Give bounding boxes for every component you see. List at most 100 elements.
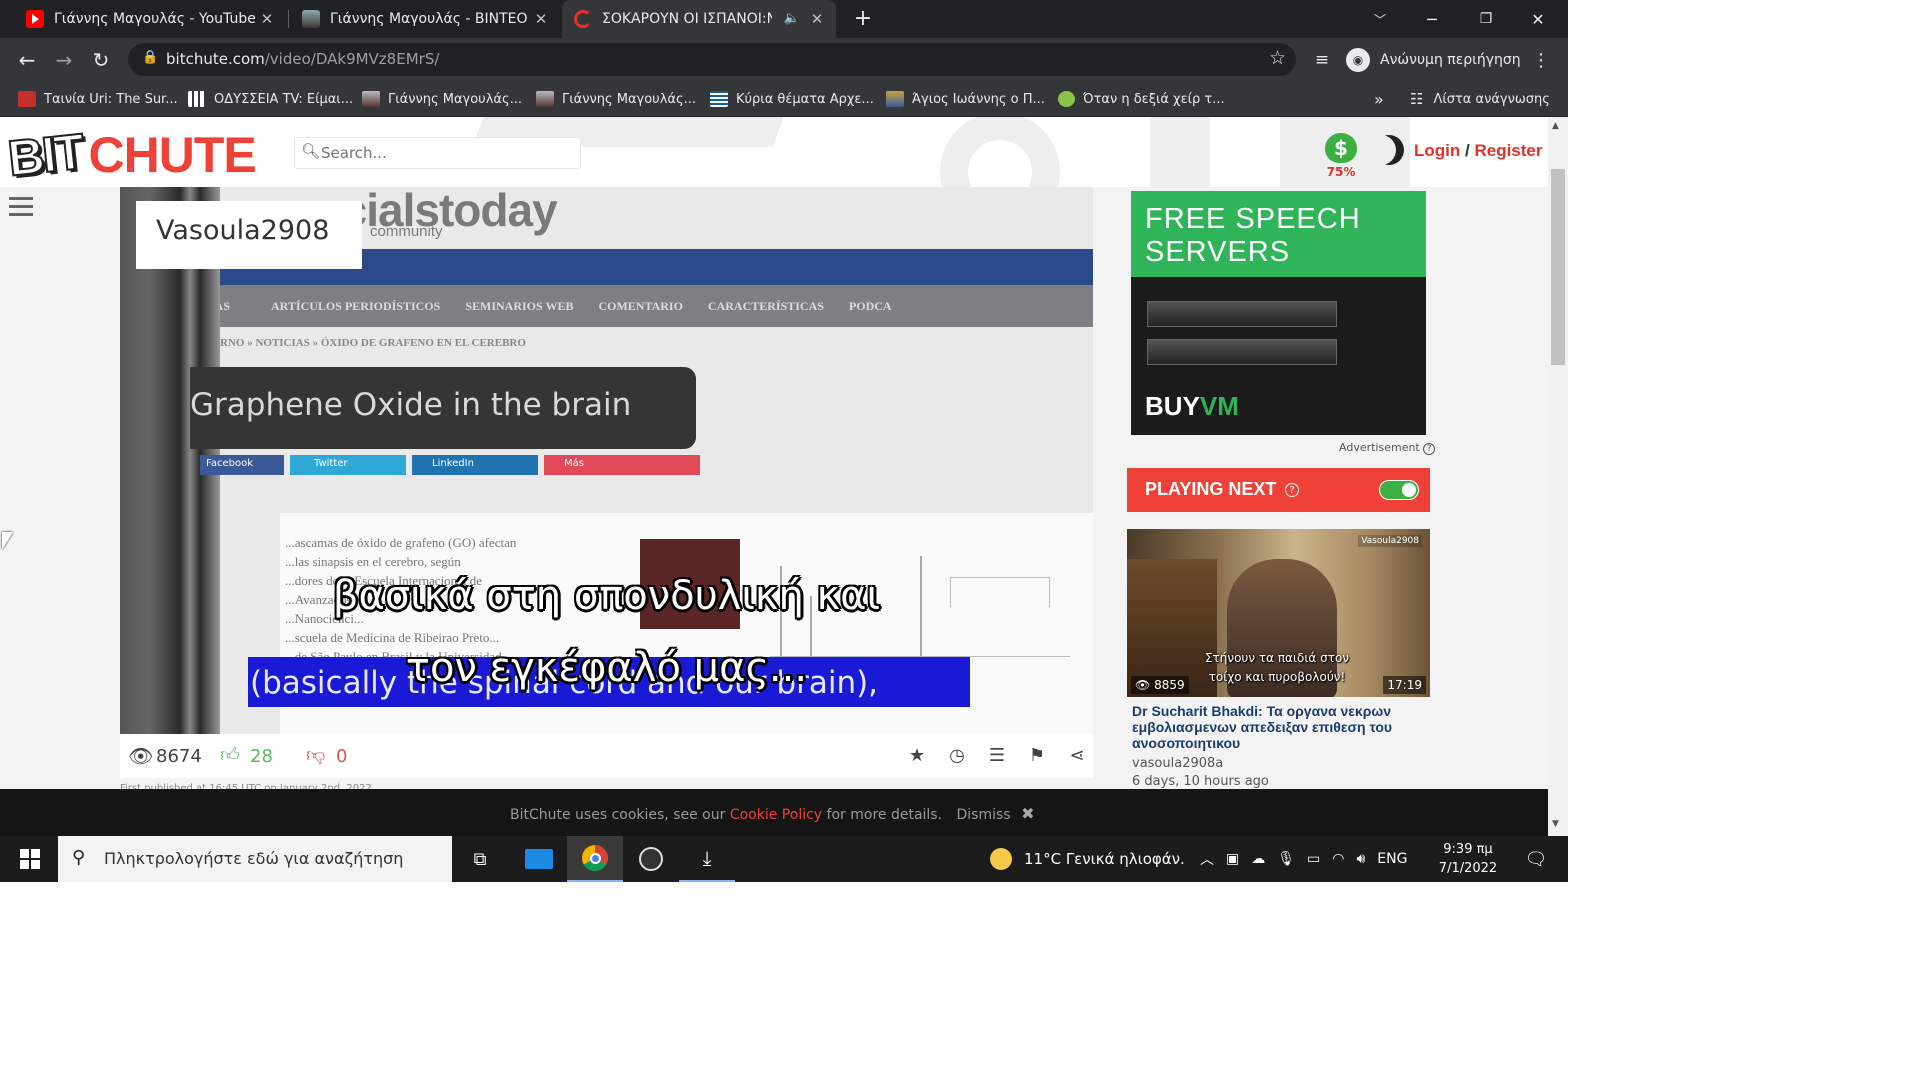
next-video-channel[interactable]: vasoula2908a: [1132, 756, 1223, 771]
donation-widget[interactable]: $ 75%: [1322, 133, 1360, 183]
tab-youtube[interactable]: Γιάννης Μαγουλάς - YouTube ✕: [14, 0, 286, 38]
watch-later-clock-icon[interactable]: ◷: [946, 745, 968, 767]
bookmark-item[interactable]: Άγιος Ιωάννης ο Π...: [886, 88, 1045, 110]
search-input[interactable]: [321, 142, 571, 164]
language-indicator[interactable]: ENG: [1377, 851, 1407, 867]
bg-more-button: Más: [544, 455, 700, 475]
wifi-icon[interactable]: ◠: [1332, 851, 1344, 867]
bitchute-logo[interactable]: BIT CHUTE: [4, 122, 256, 187]
tab-search-icon[interactable]: ﹀: [1354, 0, 1406, 38]
bookmark-item[interactable]: ΟΔΥΣΣΕΙΑ TV: Είμαι...: [188, 88, 353, 110]
clock[interactable]: 9:39 πμ 7/1/2022: [1436, 840, 1500, 878]
more-bookmarks-icon[interactable]: »: [1374, 88, 1384, 110]
next-video-card[interactable]: Vasoula2908 Στήνουν τα παιδιά στον τοίχο…: [1127, 529, 1430, 789]
chevron-up-icon[interactable]: ︿: [1200, 849, 1214, 869]
bookmark-label: Κύρια θέματα Αρχε...: [736, 91, 874, 107]
weather-text: 11°C Γενικά ηλιοφάν.: [1024, 850, 1185, 868]
back-icon[interactable]: ←: [13, 46, 41, 74]
media-app-icon[interactable]: [623, 836, 679, 882]
dislike-count: 0: [336, 746, 348, 767]
dislike-icon[interactable]: 👎︎: [306, 744, 325, 767]
bookmark-item[interactable]: Ταινία Uri: The Sur...: [18, 88, 178, 110]
windows-taskbar: ⚲ Πληκτρολογήστε εδώ για αναζήτηση ⧉ ⤓ 1…: [0, 836, 1568, 882]
bg-menu-item: PODCA: [848, 299, 892, 313]
menu-kebab-icon[interactable]: ⋮: [1527, 46, 1555, 74]
scroll-thumb[interactable]: [1551, 169, 1565, 365]
forward-icon[interactable]: →: [50, 46, 78, 74]
search-icon: ⚲: [72, 847, 86, 868]
ad-banner[interactable]: FREE SPEECH SERVERS BUYVM: [1131, 191, 1426, 435]
battery-icon[interactable]: ▭: [1307, 851, 1320, 867]
overlay-title-box: Graphene Oxide in the brain: [190, 367, 696, 449]
thumbnail-channel-watermark: Vasoula2908: [1358, 535, 1422, 547]
next-video-title[interactable]: Dr Sucharit Bhakdi: Τα οργανα νεκρων εμβ…: [1132, 703, 1424, 751]
browser-tab-strip: Γιάννης Μαγουλάς - YouTube ✕ Γιάννης Μαγ…: [0, 0, 1568, 38]
video-player[interactable]: socialstoday community IAS ARTÍCULOS PER…: [120, 187, 1093, 734]
mail-app-icon[interactable]: [511, 836, 567, 882]
playlist-icon[interactable]: ☰: [986, 745, 1008, 767]
microphone-icon[interactable]: 🎙︎: [1277, 851, 1295, 867]
weather-widget[interactable]: 11°C Γενικά ηλιοφάν.: [990, 848, 1185, 870]
tab-video[interactable]: Γιάννης Μαγουλάς - ΒΙΝΤΕΟ ✕: [290, 0, 560, 38]
bookmark-item[interactable]: Όταν η δεξιά χείρ τ...: [1058, 88, 1225, 110]
meet-icon[interactable]: ▣: [1226, 851, 1239, 867]
volume-icon[interactable]: 🔊︎: [1356, 851, 1365, 867]
bg-linkedin-button: LinkedIn: [412, 455, 538, 475]
download-app-icon[interactable]: ⤓: [679, 836, 735, 882]
minimize-icon[interactable]: ─: [1406, 0, 1458, 38]
like-count: 28: [250, 746, 273, 767]
notification-icon[interactable]: 🗨︎: [1508, 836, 1564, 882]
icon-saint-icon: [886, 91, 904, 107]
audio-playing-icon[interactable]: 🔈: [784, 11, 800, 26]
window-close-icon[interactable]: ✕: [1512, 0, 1564, 38]
logo-bit: BIT: [4, 122, 86, 187]
close-tab-icon[interactable]: ✕: [532, 10, 550, 28]
reload-icon[interactable]: ↻: [87, 46, 115, 74]
eye-icon: 👁︎: [128, 744, 154, 768]
thumbnail-views-badge: 👁︎ 8859: [1131, 676, 1189, 694]
login-link[interactable]: Login: [1414, 141, 1460, 160]
taskbar-search-box[interactable]: ⚲ Πληκτρολογήστε εδώ για αναζήτηση: [58, 836, 452, 882]
bookmark-star-icon[interactable]: ☆: [1269, 47, 1286, 69]
close-icon[interactable]: ✖: [1021, 804, 1034, 823]
register-link[interactable]: Register: [1474, 141, 1542, 160]
reading-list-icon: ☷: [1410, 90, 1424, 108]
bg-menu-item: CARACTERÍSTICAS: [707, 299, 824, 313]
bookmark-item[interactable]: Γιάννης Μαγουλάς...: [362, 88, 522, 110]
task-view-icon[interactable]: ⧉: [452, 836, 508, 882]
cookie-policy-link[interactable]: Cookie Policy: [730, 807, 822, 823]
scroll-up-arrow-icon[interactable]: ▲: [1552, 121, 1559, 131]
favorite-star-icon[interactable]: ★: [906, 745, 928, 767]
bookmark-item[interactable]: Κύρια θέματα Αρχε...: [710, 88, 874, 110]
chrome-app-icon[interactable]: [567, 836, 623, 882]
page-scrollbar[interactable]: ▲ ▼: [1548, 117, 1568, 836]
autoplay-toggle[interactable]: [1379, 480, 1419, 500]
reading-list-button[interactable]: ☷ Λίστα ανάγνωσης: [1410, 88, 1550, 110]
close-tab-icon[interactable]: ✕: [258, 10, 276, 28]
search-box[interactable]: 🔍︎: [294, 137, 581, 169]
media-control-icon[interactable]: ≡: [1308, 46, 1336, 74]
windows-start-icon[interactable]: [2, 836, 58, 882]
tab-active[interactable]: ΣΟΚΑΡΟΥΝ ΟΙ ΙΣΠΑΝΟΙ:ΝΑΝ 🔈 ✕: [562, 0, 836, 38]
new-tab-button[interactable]: +: [850, 6, 876, 32]
cloud-icon[interactable]: ☁: [1251, 851, 1265, 867]
ad-headline-box: FREE SPEECH SERVERS: [1131, 191, 1426, 277]
incognito-profile[interactable]: ◉ Ανώνυμη περιήγηση: [1346, 46, 1521, 74]
help-icon[interactable]: ?: [1285, 483, 1299, 497]
address-bar[interactable]: 🔒 bitchute.com/video/DAk9MVz8EMrS/ ☆: [128, 43, 1296, 76]
flag-icon[interactable]: ⚑: [1026, 745, 1048, 767]
dark-mode-moon-icon[interactable]: [1374, 135, 1404, 165]
cookie-banner: BitChute uses cookies, see our Cookie Po…: [0, 789, 1548, 836]
help-icon[interactable]: ?: [1423, 443, 1436, 455]
restore-icon[interactable]: ❐: [1460, 0, 1512, 38]
share-icon[interactable]: ⋖: [1066, 745, 1088, 767]
hamburger-menu-icon[interactable]: [9, 195, 33, 217]
dismiss-button[interactable]: Dismiss: [957, 807, 1011, 823]
scroll-down-arrow-icon[interactable]: ▼: [1552, 819, 1559, 829]
close-tab-icon[interactable]: ✕: [808, 10, 826, 28]
lock-icon[interactable]: 🔒: [142, 50, 158, 65]
next-video-thumbnail[interactable]: Vasoula2908 Στήνουν τα παιδιά στον τοίχο…: [1127, 529, 1430, 697]
bookmark-item[interactable]: Γιάννης Μαγουλάς...: [536, 88, 696, 110]
like-icon[interactable]: 👍︎: [220, 744, 240, 767]
tab-title: ΣΟΚΑΡΟΥΝ ΟΙ ΙΣΠΑΝΟΙ:ΝΑΝ: [602, 11, 772, 27]
